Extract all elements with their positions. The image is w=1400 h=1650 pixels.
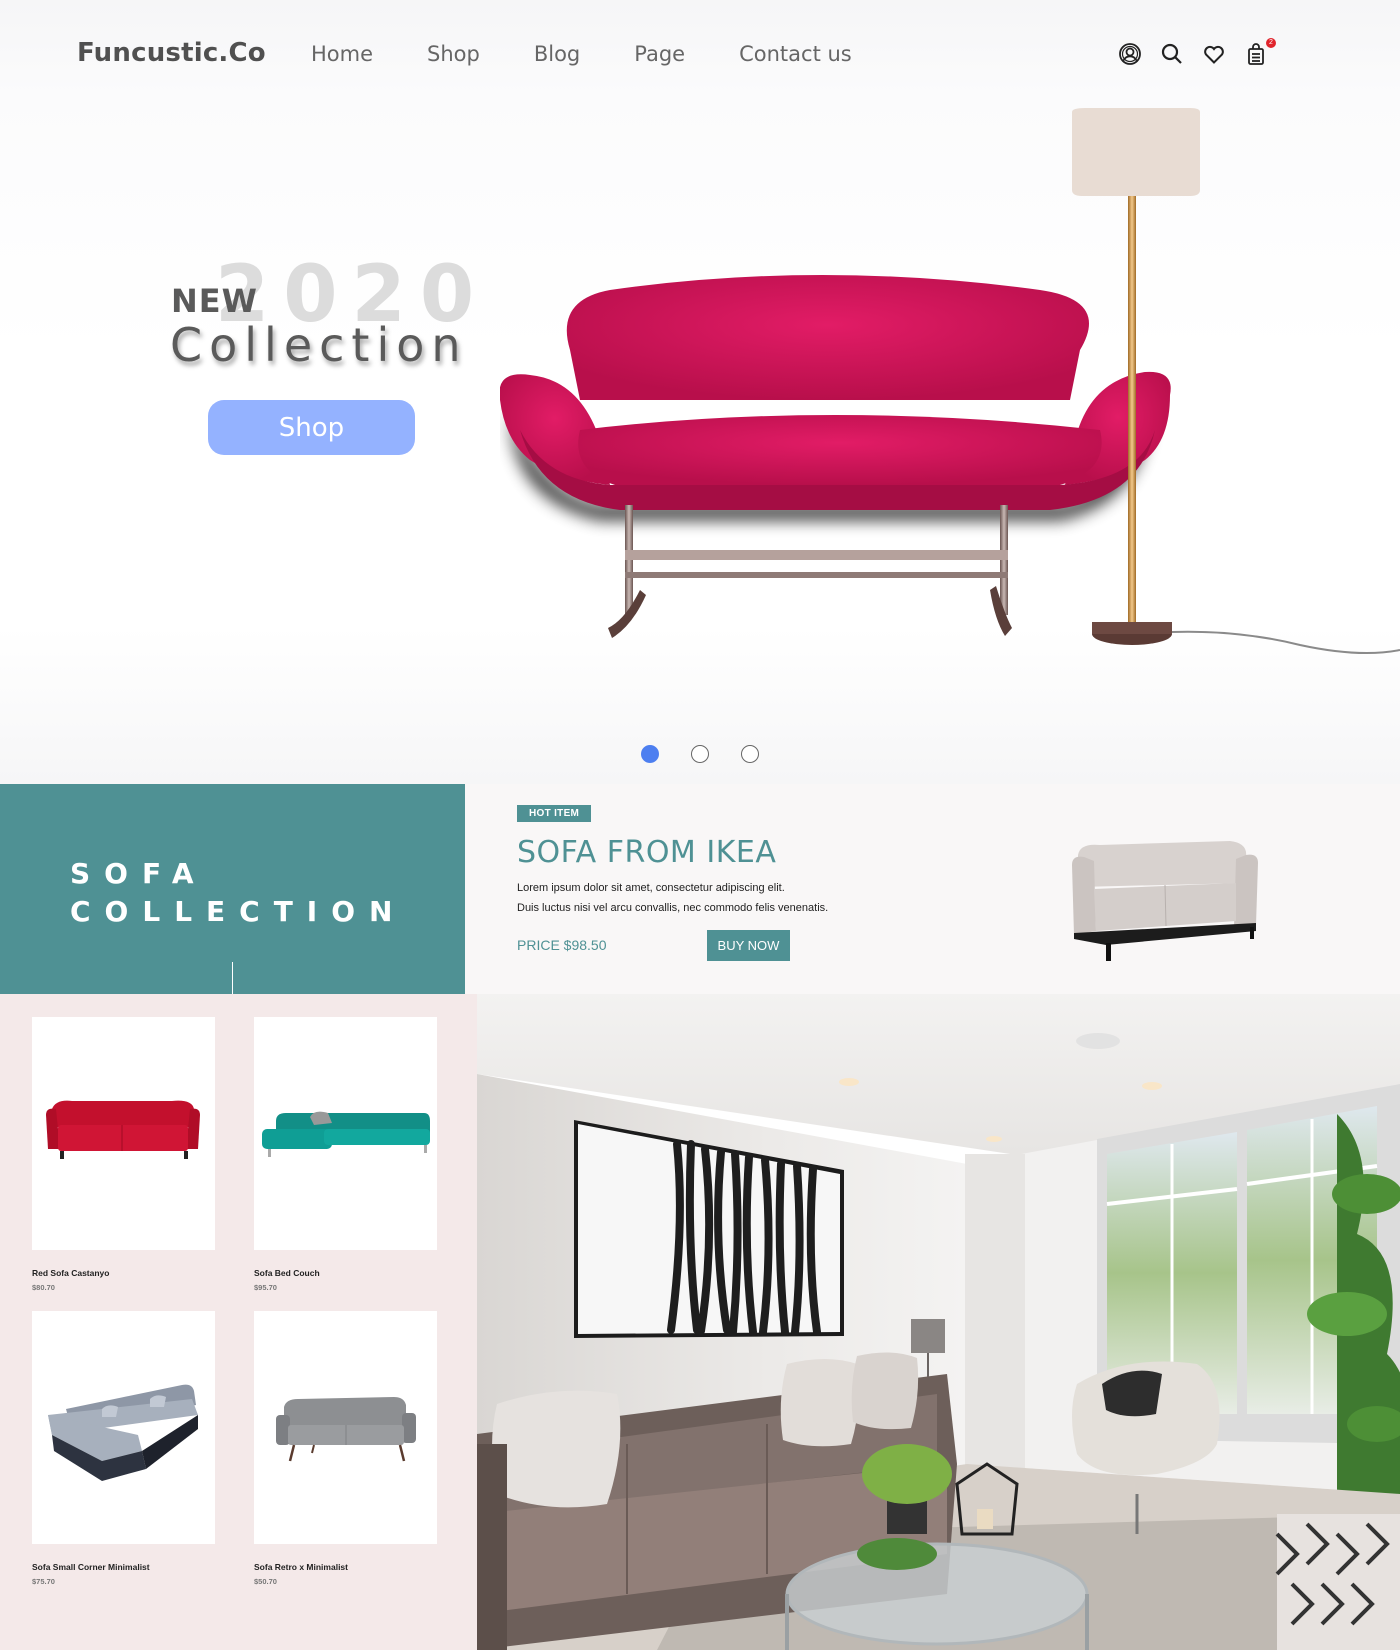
hero-shop-button[interactable]: Shop	[208, 400, 415, 455]
product-name[interactable]: Sofa Small Corner Minimalist	[32, 1562, 150, 1572]
hot-item-price: PRICE $98.50	[517, 937, 607, 953]
product-price: $95.70	[254, 1283, 277, 1292]
main-nav: Home Shop Blog Page Contact us	[311, 42, 906, 66]
sofa-collection-title-line2: COLLECTION	[70, 895, 407, 928]
search-icon[interactable]	[1160, 42, 1184, 66]
nav-contact[interactable]: Contact us	[739, 42, 852, 66]
hot-item-title[interactable]: SOFA FROM IKEA	[517, 835, 776, 870]
product-card-sofa-bed[interactable]	[254, 1017, 437, 1250]
nav-blog[interactable]: Blog	[534, 42, 580, 66]
living-room-photo	[477, 994, 1400, 1650]
product-name[interactable]: Sofa Retro x Minimalist	[254, 1562, 348, 1572]
brand-logo[interactable]: Funcustic.Co	[77, 38, 266, 68]
hot-item-desc-line2: Duis luctus nisi vel arcu convallis, nec…	[517, 902, 829, 914]
cart-count-badge: 2	[1266, 38, 1276, 48]
product-name[interactable]: Sofa Bed Couch	[254, 1268, 320, 1278]
product-price: $80.70	[32, 1283, 55, 1292]
product-card-retro-sofa[interactable]	[254, 1311, 437, 1544]
hot-item-desc-line1: Lorem ipsum dolor sit amet, consectetur …	[517, 882, 785, 894]
account-icon[interactable]	[1118, 42, 1142, 66]
nav-shop[interactable]: Shop	[427, 42, 480, 66]
hero-section: Funcustic.Co Home Shop Blog Page Contact…	[0, 0, 1400, 784]
sofa-collection-title-line1: SOFA	[70, 857, 208, 890]
product-card-corner-sofa[interactable]	[32, 1311, 215, 1544]
product-image-grey-sofa	[276, 1397, 416, 1462]
hero-sofa-image	[500, 108, 1400, 655]
buy-now-button[interactable]: BUY NOW	[707, 930, 790, 961]
nav-page[interactable]: Page	[634, 42, 685, 66]
carousel-dot-3[interactable]	[741, 745, 759, 763]
hero-collection-label: Collection	[170, 318, 468, 372]
hot-item-badge: HOT ITEM	[517, 805, 592, 822]
product-grid: Red Sofa Castanyo $80.70 Sofa Bed Couch …	[0, 994, 477, 1650]
hot-item-sofa-image[interactable]	[1070, 835, 1260, 965]
carousel-dot-2[interactable]	[691, 745, 709, 763]
product-price: $75.70	[32, 1577, 55, 1586]
carousel-dots	[641, 745, 759, 763]
hero-new-label: NEW	[171, 282, 258, 320]
product-card-red-sofa[interactable]	[32, 1017, 215, 1250]
shopping-bag-icon[interactable]: 2	[1244, 38, 1276, 66]
nav-home[interactable]: Home	[311, 42, 373, 66]
heart-icon[interactable]	[1202, 42, 1226, 66]
header-icons: 2	[1118, 38, 1276, 66]
product-name[interactable]: Red Sofa Castanyo	[32, 1268, 109, 1278]
hot-item-description: Lorem ipsum dolor sit amet, consectetur …	[517, 878, 877, 918]
product-image-corner-sofa	[48, 1384, 198, 1481]
product-price: $50.70	[254, 1577, 277, 1586]
sofa-collection-title: SOFA COLLECTION	[70, 855, 406, 931]
product-image-teal-sofa	[262, 1111, 430, 1157]
product-image-red-sofa	[46, 1100, 200, 1159]
carousel-dot-1[interactable]	[641, 745, 659, 763]
